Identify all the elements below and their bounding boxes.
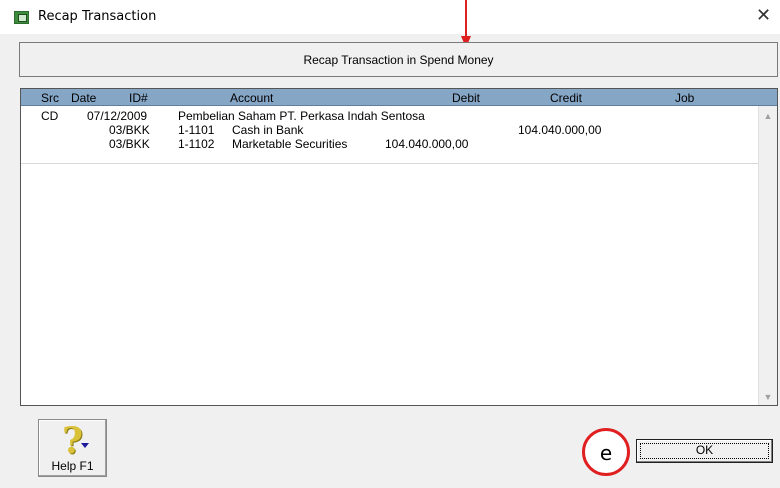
cell-src: CD [41, 109, 59, 123]
annotation-circle: e [582, 428, 630, 476]
cell-account-no: 1-1102 [178, 137, 215, 151]
cell-debit: 104.040.000,00 [385, 137, 469, 151]
cell-account-name: Pembelian Saham PT. Perkasa Indah Sentos… [178, 109, 425, 123]
cell-id: 03/BKK [109, 137, 150, 151]
dropdown-arrow-icon [81, 443, 89, 448]
cell-account-name: Cash in Bank [232, 123, 304, 137]
transaction-header: Recap Transaction in Spend Money [19, 42, 778, 77]
title-bar: Recap Transaction ✕ [0, 0, 780, 34]
scroll-down-icon[interactable]: ▼ [759, 389, 777, 405]
table-row[interactable]: 03/BKK 1-1102 Marketable Securities 104.… [21, 137, 758, 151]
table-row[interactable]: CD 07/12/2009 Pembelian Saham PT. Perkas… [21, 109, 758, 123]
help-button[interactable]: ? Help F1 [38, 419, 107, 477]
column-src: Src [41, 91, 59, 105]
column-credit: Credit [550, 91, 583, 105]
vertical-scrollbar[interactable]: ▲ ▼ [758, 106, 777, 405]
header-title: Recap Transaction in Spend Money [303, 53, 494, 67]
row-divider [21, 163, 758, 164]
cell-account-no: 1-1101 [178, 123, 215, 137]
column-id: ID# [129, 91, 148, 105]
column-job: Job [675, 91, 695, 105]
ok-label: OK [695, 443, 714, 457]
cell-credit: 104.040.000,00 [518, 123, 602, 137]
cell-account-name: Marketable Securities [232, 137, 348, 151]
column-account: Account [230, 91, 274, 105]
cell-id: 03/BKK [109, 123, 150, 137]
window-title: Recap Transaction [38, 9, 157, 24]
help-label: Help F1 [51, 459, 94, 473]
annotation-label: e [599, 441, 613, 465]
table-row[interactable]: 03/BKK 1-1101 Cash in Bank 104.040.000,0… [21, 123, 758, 137]
column-debit: Debit [452, 91, 481, 105]
ok-button[interactable]: OK [636, 439, 773, 463]
close-icon[interactable]: ✕ [756, 6, 771, 26]
table-header: Src Date ID# Account Debit Credit Job [21, 89, 777, 106]
cell-date: 07/12/2009 [87, 109, 148, 123]
scroll-up-icon[interactable]: ▲ [759, 108, 777, 125]
help-icon: ? [62, 420, 84, 462]
app-icon [14, 11, 29, 24]
recap-table: Src Date ID# Account Debit Credit Job CD… [20, 88, 778, 406]
column-date: Date [71, 91, 97, 105]
